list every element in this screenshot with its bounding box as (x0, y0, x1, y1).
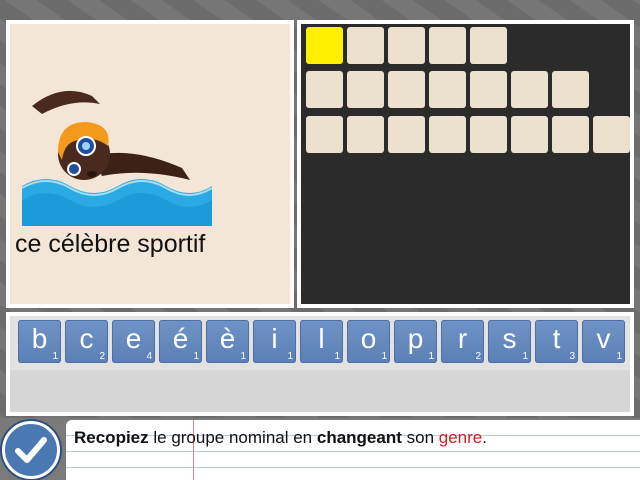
grid-row-3 (306, 116, 630, 153)
grid-cell[interactable] (552, 71, 589, 108)
instruction-text: Recopiez le groupe nominal en changeant … (74, 428, 487, 448)
grid-cell[interactable] (347, 71, 384, 108)
picture-panel: ce célèbre sportif (6, 20, 294, 308)
grid-cell[interactable] (470, 27, 507, 64)
grid-cell[interactable] (429, 27, 466, 64)
grid-cell[interactable] (388, 71, 425, 108)
grid-cell-active[interactable] (306, 27, 343, 64)
grid-cell[interactable] (470, 71, 507, 108)
instruction-keyword: changeant (316, 428, 402, 447)
tile-count: 3 (569, 351, 575, 362)
letter-tile-p[interactable]: p1 (394, 320, 437, 363)
tile-count: 1 (522, 351, 528, 362)
letter-tiles: b1 c2 e4 é1 è1 i1 l1 o1 p1 r2 s1 t3 v1 (18, 320, 625, 363)
instruction-segment: le groupe nominal en (148, 428, 317, 447)
grid-cell[interactable] (593, 116, 630, 153)
letter-tile-b[interactable]: b1 (18, 320, 61, 363)
grid-cell[interactable] (429, 116, 466, 153)
grid-cell[interactable] (347, 116, 384, 153)
grid-cell[interactable] (306, 71, 343, 108)
grid-row-1 (306, 27, 507, 64)
instruction-segment: son (401, 428, 439, 447)
checkmark-icon (15, 437, 47, 463)
instruction-verb: Recopiez (74, 428, 149, 447)
tile-count: 1 (287, 351, 293, 362)
grid-cell[interactable] (511, 116, 548, 153)
letter-tile-s[interactable]: s1 (488, 320, 531, 363)
grid-cell[interactable] (470, 116, 507, 153)
letter-tile-v[interactable]: v1 (582, 320, 625, 363)
letter-tile-t[interactable]: t3 (535, 320, 578, 363)
tile-count: 4 (146, 351, 152, 362)
tile-count: 1 (381, 351, 387, 362)
grid-cell[interactable] (306, 116, 343, 153)
grid-cell[interactable] (388, 27, 425, 64)
tile-count: 1 (428, 351, 434, 362)
tile-count: 1 (193, 351, 199, 362)
grid-cell[interactable] (552, 116, 589, 153)
grid-cell[interactable] (388, 116, 425, 153)
letter-tile-e-acute[interactable]: é1 (159, 320, 202, 363)
check-button[interactable] (2, 421, 60, 479)
letter-tile-i[interactable]: i1 (253, 320, 296, 363)
tile-count: 2 (475, 351, 481, 362)
instruction-card: Recopiez le groupe nominal en changeant … (66, 420, 640, 480)
grid-cell[interactable] (511, 71, 548, 108)
swimmer-image (22, 90, 212, 226)
letter-tile-c[interactable]: c2 (65, 320, 108, 363)
grid-cell[interactable] (347, 27, 384, 64)
answer-grid (297, 20, 634, 308)
letter-tile-l[interactable]: l1 (300, 320, 343, 363)
letter-tile-o[interactable]: o1 (347, 320, 390, 363)
grid-row-2 (306, 71, 589, 108)
picture-caption: ce célèbre sportif (15, 230, 206, 258)
tile-count: 2 (99, 351, 105, 362)
instruction-highlight: genre (438, 428, 483, 447)
letter-tile-e-grave[interactable]: è1 (206, 320, 249, 363)
tile-count: 1 (334, 351, 340, 362)
letter-tile-r[interactable]: r2 (441, 320, 484, 363)
instruction-segment: . (482, 428, 487, 447)
grid-cell[interactable] (429, 71, 466, 108)
tile-count: 1 (240, 351, 246, 362)
letter-tiles-panel: b1 c2 e4 é1 è1 i1 l1 o1 p1 r2 s1 t3 v1 (6, 312, 634, 416)
tiles-drop-area (10, 370, 630, 412)
letter-tile-e[interactable]: e4 (112, 320, 155, 363)
tile-count: 1 (616, 351, 622, 362)
tile-count: 1 (52, 351, 58, 362)
